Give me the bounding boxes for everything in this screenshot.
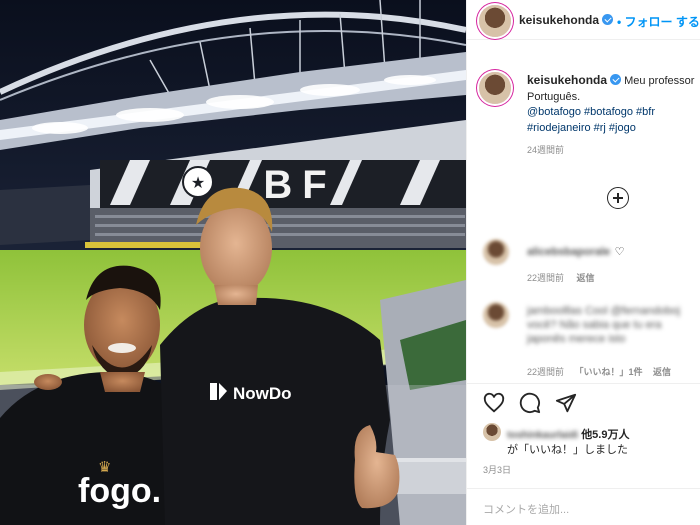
caption-username[interactable]: keisukehonda — [527, 73, 607, 87]
comment-text: jamboolllas Cool @fernandoboj — [527, 305, 681, 317]
comment-like-count[interactable]: 「いいね！」1件 — [574, 367, 642, 377]
comment-avatar[interactable] — [483, 239, 509, 265]
comment-input-placeholder: コメントを追加... — [483, 504, 570, 516]
caption-tags[interactable]: @botafogo #botafogo #bfr — [527, 105, 700, 121]
stadium-photo: ★ BF ♛ fogo. NowDo — [0, 0, 466, 525]
share-icon[interactable] — [555, 392, 577, 414]
svg-text:★: ★ — [191, 173, 205, 192]
liker-avatar[interactable] — [483, 423, 501, 441]
author-avatar[interactable] — [479, 5, 511, 37]
caption-avatar[interactable] — [479, 72, 511, 104]
comment-text-line2: você? Não sabia que tu era — [527, 319, 662, 331]
post-photo[interactable]: ★ BF ♛ fogo. NowDo — [0, 0, 466, 525]
caption-time[interactable]: 24週間前 — [527, 143, 700, 159]
comment-text: ♡ — [614, 246, 625, 258]
load-more-comments-icon[interactable] — [607, 187, 629, 209]
like-count[interactable]: 他5.9万人 — [581, 429, 629, 441]
reply-button[interactable]: 返信 — [653, 367, 671, 377]
likes-suffix: が「いいね！」しました — [507, 444, 628, 456]
heart-icon[interactable] — [483, 392, 505, 414]
caption-hashtags[interactable]: #riodejaneiro #rj #jogo — [527, 121, 700, 137]
shirt-logo-nowdo: NowDo — [233, 384, 292, 403]
caption-text-line2: Português. — [527, 90, 581, 103]
shirt-logo-fogo: fogo. — [78, 472, 161, 510]
comment-text-line3: japonês merece isto — [527, 333, 626, 345]
verified-badge-icon — [610, 74, 622, 85]
comment-avatar[interactable] — [483, 302, 509, 328]
caption-text: Meu professor — [624, 75, 695, 87]
post-date[interactable]: 3月3日 — [483, 463, 511, 476]
comment-input[interactable]: コメントを追加... — [467, 488, 700, 525]
post-header: keisukehonda • フォロー する — [467, 0, 700, 40]
comment-time: 22週間前 — [527, 273, 565, 283]
stadium-banner-text: BF — [263, 163, 336, 207]
verified-badge-icon — [602, 14, 614, 25]
action-bar — [467, 383, 700, 423]
reply-button[interactable]: 返信 — [576, 273, 594, 283]
comment-icon[interactable] — [519, 392, 541, 414]
comment-username[interactable]: alicebsbaporale — [527, 246, 610, 258]
author-username[interactable]: keisukehonda — [519, 13, 614, 27]
post-side-panel: keisukehonda • フォロー する keisukehonda Meu … — [466, 0, 700, 525]
comment-time: 22週間前 — [527, 367, 565, 377]
follow-button[interactable]: • フォロー する — [617, 13, 700, 30]
liker-username[interactable]: toshinkaurlaidi — [507, 430, 578, 441]
